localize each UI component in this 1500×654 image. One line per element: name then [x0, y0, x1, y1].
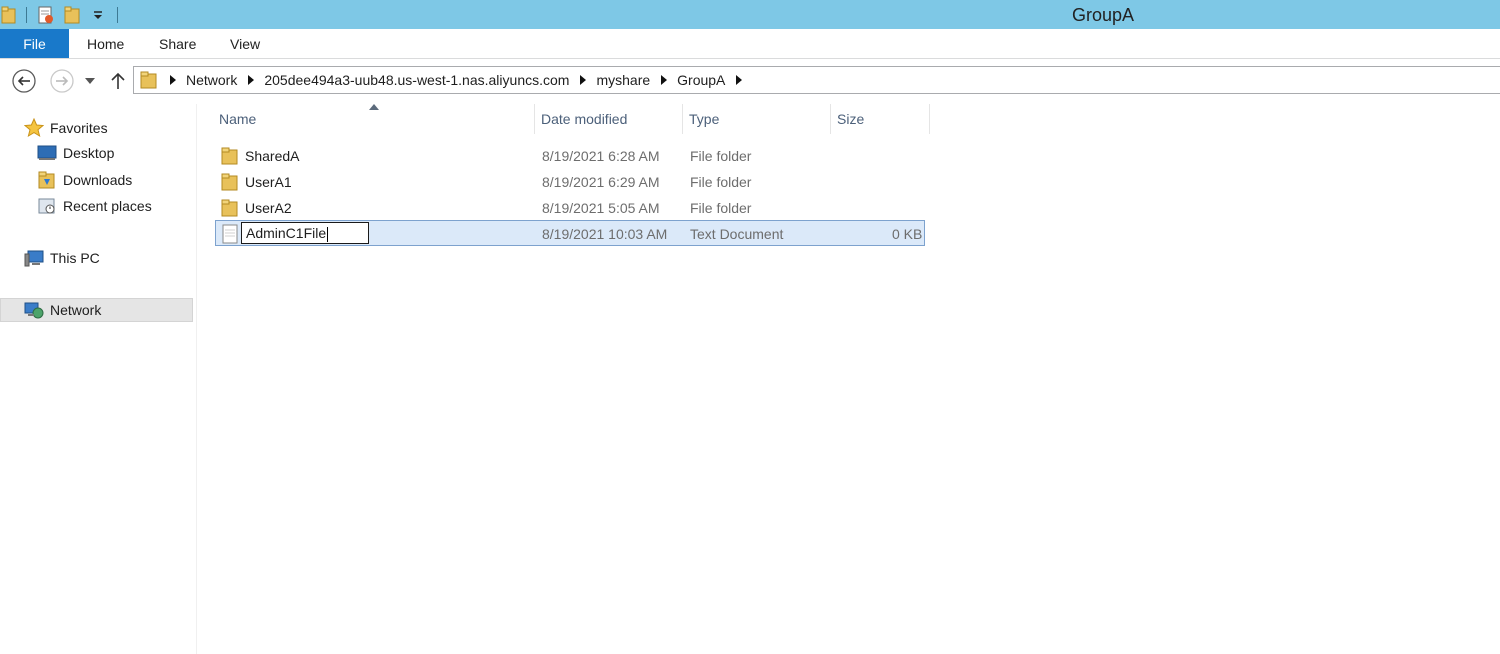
- tab-view[interactable]: View: [230, 29, 260, 58]
- computer-icon: [24, 250, 44, 267]
- file-date: 8/19/2021 5:05 AM: [542, 200, 660, 216]
- folder-icon: [221, 199, 238, 217]
- up-button[interactable]: [108, 70, 128, 92]
- tab-file[interactable]: File: [0, 29, 69, 58]
- column-header-type[interactable]: Type: [683, 104, 831, 134]
- quick-access-toolbar: [0, 3, 122, 27]
- tab-share[interactable]: Share: [159, 29, 196, 58]
- new-folder-icon[interactable]: [61, 4, 83, 26]
- file-row-sharedA[interactable]: SharedA 8/19/2021 6:28 AM File folder: [215, 143, 925, 169]
- star-icon: [24, 118, 44, 138]
- file-row-userA1[interactable]: UserA1 8/19/2021 6:29 AM File folder: [215, 169, 925, 195]
- sidebar-item-recent-places[interactable]: Recent places: [37, 196, 152, 216]
- sidebar-item-label: Desktop: [63, 145, 115, 161]
- file-date: 8/19/2021 10:03 AM: [542, 226, 668, 242]
- folder-icon: [139, 70, 159, 90]
- column-header-label: Name: [219, 111, 257, 127]
- navigation-bar: Network 205dee494a3-uub48.us-west-1.nas.…: [0, 58, 1500, 104]
- file-type: File folder: [690, 148, 752, 164]
- column-header-date-modified[interactable]: Date modified: [535, 104, 683, 134]
- file-row-userA2[interactable]: UserA2 8/19/2021 5:05 AM File folder: [215, 195, 925, 221]
- file-name: SharedA: [245, 148, 300, 164]
- breadcrumb-groupa[interactable]: GroupA: [677, 72, 725, 88]
- column-header-name[interactable]: Name: [213, 104, 535, 134]
- title-bar: GroupA: [0, 0, 1500, 29]
- sidebar-item-label: Recent places: [63, 198, 152, 214]
- breadcrumb: Network 205dee494a3-uub48.us-west-1.nas.…: [159, 72, 752, 88]
- folder-icon: [221, 147, 238, 165]
- file-size: 0 KB: [892, 226, 923, 242]
- folder-app-icon[interactable]: [0, 4, 18, 26]
- sort-ascending-icon: [369, 104, 379, 110]
- sidebar-item-network[interactable]: Network: [24, 300, 101, 320]
- file-date: 8/19/2021 6:29 AM: [542, 174, 660, 190]
- file-date: 8/19/2021 6:28 AM: [542, 148, 660, 164]
- customize-toolbar-icon[interactable]: [87, 4, 109, 26]
- file-name: UserA1: [245, 174, 292, 190]
- properties-icon[interactable]: [35, 4, 57, 26]
- breadcrumb-separator-icon[interactable]: [736, 75, 743, 85]
- file-type: File folder: [690, 200, 752, 216]
- sidebar-item-this-pc[interactable]: This PC: [24, 248, 100, 268]
- ribbon: File Home Share View: [0, 29, 1500, 59]
- breadcrumb-separator-icon[interactable]: [248, 75, 255, 85]
- desktop-icon: [37, 145, 57, 160]
- text-document-icon: [222, 224, 238, 244]
- rename-input[interactable]: AdminC1File: [241, 222, 369, 244]
- sidebar-item-favorites[interactable]: Favorites: [24, 118, 108, 138]
- file-row-adminC1File[interactable]: AdminC1File 8/19/2021 10:03 AM Text Docu…: [215, 220, 925, 246]
- breadcrumb-server[interactable]: 205dee494a3-uub48.us-west-1.nas.aliyuncs…: [264, 72, 569, 88]
- file-name: UserA2: [245, 200, 292, 216]
- file-type: Text Document: [690, 226, 784, 242]
- rename-input-value: AdminC1File: [246, 225, 327, 241]
- breadcrumb-separator-icon[interactable]: [170, 75, 176, 85]
- recent-locations-button[interactable]: [83, 74, 97, 88]
- forward-button[interactable]: [49, 68, 75, 94]
- recent-places-icon: [38, 198, 55, 214]
- network-icon: [24, 302, 44, 319]
- sidebar-item-label: This PC: [50, 250, 100, 266]
- downloads-icon: [38, 171, 55, 189]
- breadcrumb-network[interactable]: Network: [186, 72, 237, 88]
- window-title: GroupA: [1072, 5, 1135, 25]
- breadcrumb-separator-icon[interactable]: [580, 75, 587, 85]
- file-type: File folder: [690, 174, 752, 190]
- sidebar-item-label: Network: [50, 302, 102, 318]
- text-caret: [327, 226, 329, 242]
- tab-home[interactable]: Home: [87, 29, 124, 58]
- chevron-down-icon: [85, 78, 95, 84]
- back-button[interactable]: [11, 68, 37, 94]
- sidebar-item-downloads[interactable]: Downloads: [37, 170, 132, 190]
- sidebar-item-label: Favorites: [50, 120, 108, 136]
- sidebar-item-label: Downloads: [63, 172, 133, 188]
- back-arrow-icon: [12, 69, 36, 93]
- address-bar[interactable]: Network 205dee494a3-uub48.us-west-1.nas.…: [133, 66, 1500, 94]
- forward-arrow-icon: [50, 69, 74, 93]
- column-header-label: Date modified: [541, 111, 628, 127]
- column-header-label: Type: [689, 111, 720, 127]
- folder-icon: [221, 173, 238, 191]
- up-arrow-icon: [111, 72, 125, 89]
- breadcrumb-separator-icon[interactable]: [661, 75, 668, 85]
- navigation-pane: Favorites Desktop Downloads Recent place…: [0, 104, 197, 654]
- breadcrumb-myshare[interactable]: myshare: [596, 72, 650, 88]
- sidebar-item-desktop[interactable]: Desktop: [37, 144, 114, 162]
- column-header-label: Size: [837, 111, 865, 127]
- column-header-size[interactable]: Size: [831, 104, 930, 134]
